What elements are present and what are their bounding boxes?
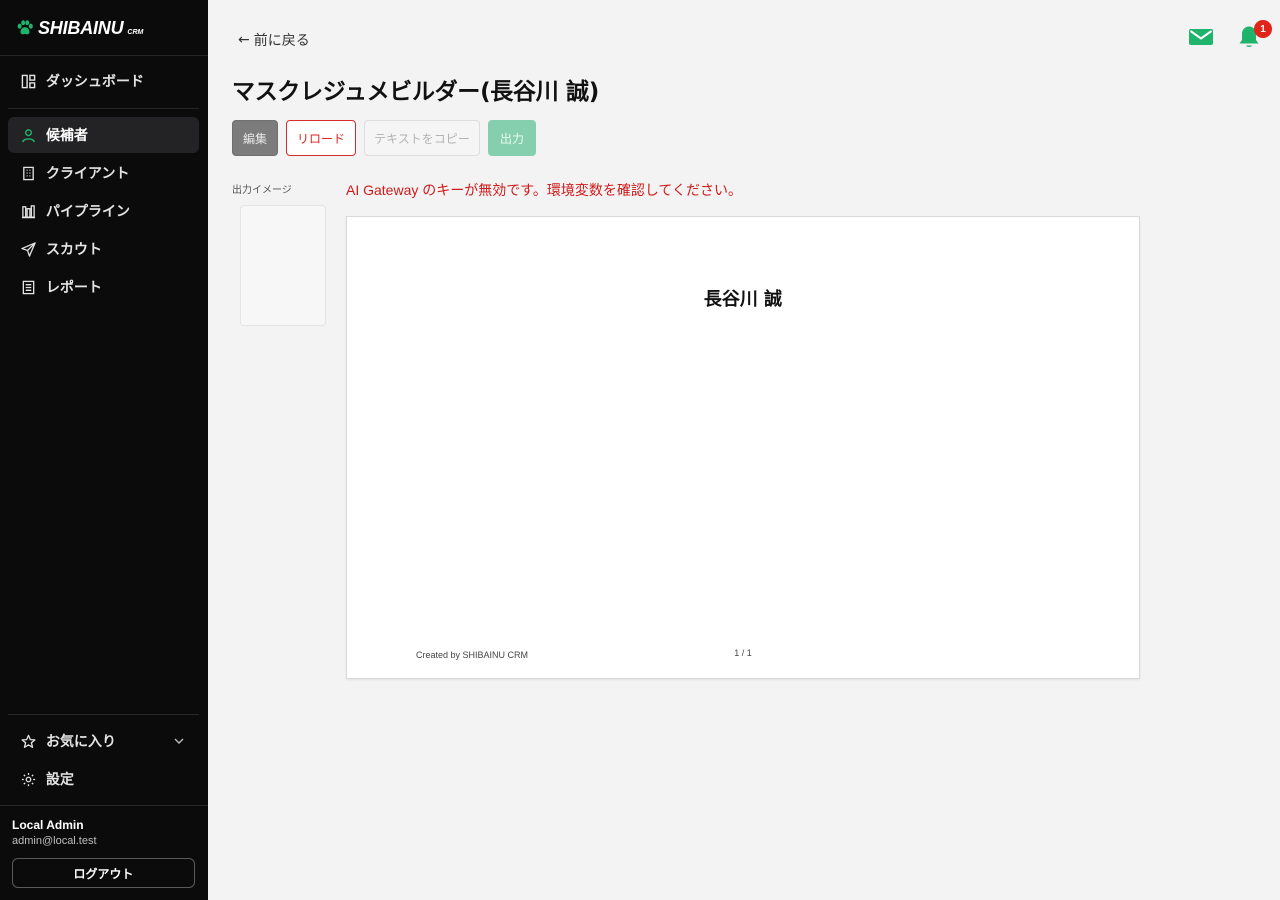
sidebar-divider [8, 108, 199, 109]
report-icon [20, 279, 36, 295]
user-name: Local Admin [12, 818, 84, 832]
brand-logo[interactable]: SHIBAINU CRM [16, 16, 143, 40]
building-icon [20, 165, 36, 181]
sidebar-item-favorites[interactable]: お気に入り [8, 723, 199, 759]
user-info: Local Admin admin@local.test [12, 818, 97, 847]
sidebar-item-dashboard[interactable]: ダッシュボード [8, 63, 199, 99]
sidebar-item-pipeline[interactable]: パイプライン [8, 193, 199, 229]
sidebar-item-label: 候補者 [46, 128, 88, 144]
mail-icon[interactable] [1188, 24, 1214, 50]
sidebar-item-settings[interactable]: 設定 [8, 761, 199, 797]
notifications-button[interactable]: 1 [1236, 20, 1272, 50]
user-email: admin@local.test [12, 835, 97, 847]
output-thumbnail[interactable] [240, 205, 326, 326]
back-label: 前に戻る [253, 33, 310, 49]
preview-page-indicator: 1 / 1 [734, 648, 752, 658]
error-message: AI Gateway のキーが無効です。環境変数を確認してください。 [346, 182, 743, 198]
back-link[interactable]: ← 前に戻る [238, 30, 310, 50]
resume-preview: 長谷川 誠 Created by SHIBAINU CRM 1 / 1 [346, 216, 1140, 679]
edit-button[interactable]: 編集 [232, 120, 278, 156]
brand-suffix: CRM [127, 28, 144, 36]
sidebar-item-label: パイプライン [46, 204, 130, 220]
sidebar-item-label: ダッシュボード [46, 74, 144, 90]
thumbnail-label: 出力イメージ [232, 185, 292, 196]
paw-icon [17, 20, 33, 35]
header-actions: 1 [1188, 20, 1272, 50]
person-icon [20, 127, 36, 143]
sidebar-item-label: スカウト [46, 242, 102, 258]
arrow-left-icon: ← [238, 32, 250, 48]
logout-button[interactable]: ログアウト [12, 858, 195, 888]
preview-candidate-name: 長谷川 誠 [703, 289, 783, 310]
output-button[interactable]: 出力 [488, 120, 536, 156]
sidebar-item-label: レポート [46, 280, 102, 296]
page-title: マスクレジュメビルダー(長谷川 誠) [232, 79, 600, 105]
sidebar-item-candidates[interactable]: 候補者 [8, 117, 199, 153]
sidebar-item-reports[interactable]: レポート [8, 269, 199, 305]
sidebar-item-label: クライアント [46, 166, 130, 182]
sidebar: SHIBAINU CRM ダッシュボード 候補者 クライアント パイプライン ス… [0, 0, 208, 900]
sidebar-divider [0, 55, 208, 56]
gear-icon [20, 771, 36, 787]
copy-text-button[interactable]: テキストをコピー [364, 120, 480, 156]
star-icon [20, 733, 36, 749]
sidebar-item-clients[interactable]: クライアント [8, 155, 199, 191]
sidebar-divider [0, 805, 208, 806]
sidebar-divider [8, 714, 199, 715]
sidebar-item-label: お気に入り [46, 734, 116, 750]
sidebar-item-label: 設定 [46, 772, 74, 788]
reload-button[interactable]: リロード [286, 120, 356, 156]
notification-badge: 1 [1254, 20, 1272, 38]
dashboard-icon [20, 73, 36, 89]
send-icon [20, 241, 36, 257]
pipeline-icon [20, 203, 36, 219]
sidebar-item-scout[interactable]: スカウト [8, 231, 199, 267]
chevron-down-icon[interactable] [173, 735, 185, 747]
brand-name: SHIBAINU [38, 17, 124, 38]
